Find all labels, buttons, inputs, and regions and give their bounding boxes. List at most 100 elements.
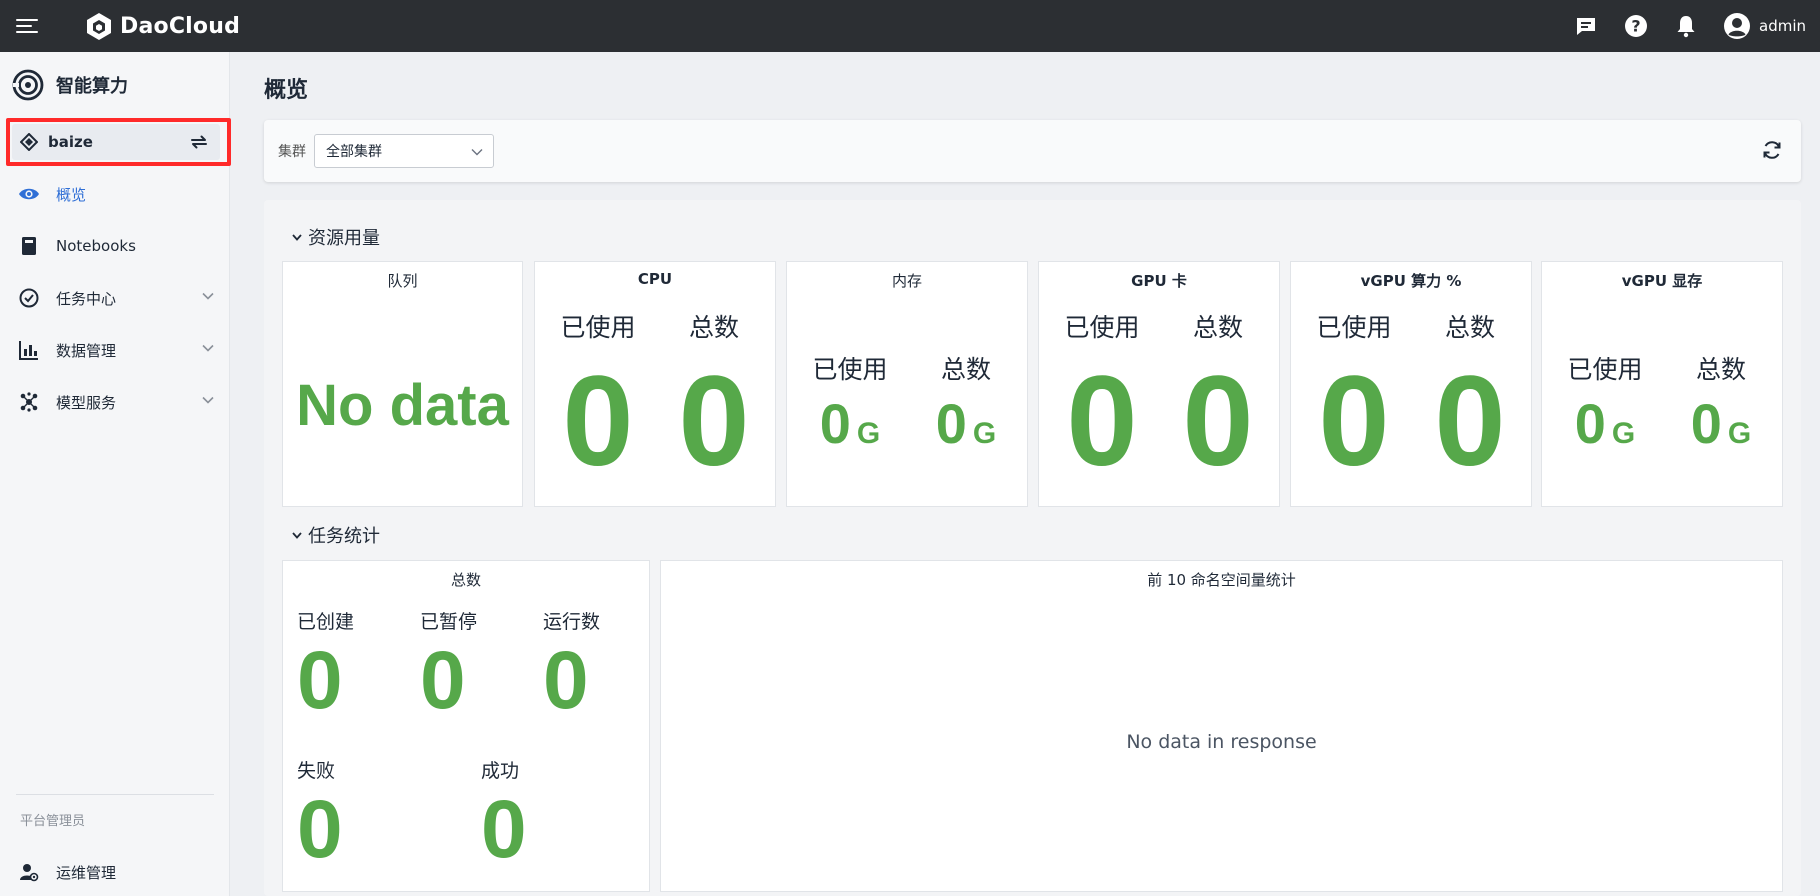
succeeded-label: 成功: [481, 760, 520, 782]
dashboard-panel: 资源用量 队列 No data CPU 已使用 0 总数 0 内存 已使用 0G…: [264, 200, 1801, 896]
filter-bar: 集群 全部集群: [264, 120, 1801, 182]
top-namespaces-card: 前 10 命名空间量统计 No data in response: [660, 560, 1783, 892]
data-icon: [18, 339, 40, 361]
section-tasks-toggle[interactable]: 任务统计: [292, 522, 380, 548]
message-icon[interactable]: [1573, 13, 1599, 39]
top-namespaces-title: 前 10 命名空间量统计: [1147, 571, 1296, 589]
eye-icon: [18, 183, 40, 205]
menu-icon[interactable]: [16, 16, 42, 36]
sidebar-item-label: 数据管理: [56, 341, 117, 360]
workspace-name: baize: [48, 133, 93, 151]
logo[interactable]: DaoCloud: [84, 11, 240, 41]
vgpu-compute-used-label: 已使用: [1316, 313, 1392, 342]
sidebar-item-label: 任务中心: [56, 289, 117, 308]
sidebar-item-task-center[interactable]: 任务中心: [0, 272, 230, 324]
cluster-select[interactable]: 全部集群: [314, 134, 494, 168]
running-label: 运行数: [543, 611, 601, 633]
paused-value: 0: [420, 635, 466, 726]
gpu-used-label: 已使用: [1064, 313, 1140, 342]
section-resources-toggle[interactable]: 资源用量: [292, 224, 380, 250]
sidebar-item-model-service[interactable]: 模型服务: [0, 376, 230, 428]
top-bar: DaoCloud ? admin: [0, 0, 1820, 52]
user-name: admin: [1759, 17, 1806, 35]
gpu-total-label: 总数: [1192, 313, 1243, 342]
queue-card: 队列 No data: [282, 261, 523, 507]
product-logo-icon: [12, 69, 44, 101]
created-value: 0: [297, 635, 343, 726]
ops-icon: [18, 861, 40, 883]
brand-name: DaoCloud: [120, 13, 241, 39]
memory-used-unit: G: [856, 417, 881, 450]
chevron-down-icon: [292, 233, 302, 241]
queue-value: No data: [296, 373, 509, 438]
workspace-selector[interactable]: baize: [12, 124, 220, 160]
sidebar-item-label: 概览: [56, 185, 87, 204]
sidebar: 智能算力 baize 概览 Notebooks 任务中心 数据管理 模型服务 平…: [0, 52, 231, 896]
product-name: 智能算力: [56, 76, 128, 97]
memory-total-label: 总数: [940, 355, 991, 384]
cpu-total-label: 总数: [688, 313, 739, 342]
queue-card-title: 队列: [387, 272, 418, 290]
chevron-down-icon: [292, 531, 302, 539]
section-resources-title: 资源用量: [308, 228, 380, 249]
sidebar-nav: 概览 Notebooks 任务中心 数据管理 模型服务: [0, 168, 230, 428]
cpu-card-title: CPU: [637, 270, 673, 288]
chevron-down-icon: [202, 396, 214, 404]
sidebar-divider: [16, 794, 214, 795]
product-header: 智能算力: [0, 52, 229, 118]
user-avatar-icon: [1724, 13, 1750, 39]
vgpu-compute-total-label: 总数: [1444, 313, 1495, 342]
chevron-down-icon: [202, 344, 214, 352]
workspace-icon: [20, 133, 38, 151]
memory-used-label: 已使用: [812, 355, 888, 384]
cpu-card: CPU 已使用 0 总数 0: [534, 261, 776, 507]
sidebar-item-label: Notebooks: [56, 237, 136, 255]
gpu-used-value: 0: [1066, 350, 1138, 493]
memory-used-value: 0: [819, 392, 851, 455]
gpu-card: GPU 卡 已使用 0 总数 0: [1038, 261, 1280, 507]
sidebar-item-overview[interactable]: 概览: [0, 168, 230, 220]
failed-value: 0: [297, 784, 343, 875]
vgpu-compute-total-value: 0: [1434, 350, 1506, 493]
vgpu-compute-card: vGPU 算力 % 已使用 0 总数 0: [1290, 261, 1532, 507]
vgpu-memory-card-title: vGPU 显存: [1621, 272, 1703, 290]
help-icon[interactable]: ?: [1623, 13, 1649, 39]
memory-total-unit: G: [972, 417, 997, 450]
memory-card-title: 内存: [891, 272, 922, 290]
refresh-icon[interactable]: [1761, 139, 1783, 161]
vgpu-compute-used-value: 0: [1318, 350, 1390, 493]
created-label: 已创建: [297, 611, 355, 633]
succeeded-value: 0: [481, 784, 527, 875]
sidebar-item-notebooks[interactable]: Notebooks: [0, 220, 230, 272]
sidebar-item-data-management[interactable]: 数据管理: [0, 324, 230, 376]
memory-total-value: 0: [935, 392, 967, 455]
notebook-icon: [18, 235, 40, 257]
sidebar-section-title: 平台管理员: [20, 814, 86, 829]
failed-label: 失败: [297, 760, 336, 782]
chevron-down-icon: [202, 292, 214, 300]
chevron-down-icon: [471, 149, 483, 156]
daocloud-logo-icon: [87, 13, 111, 40]
cpu-total-value: 0: [678, 350, 750, 493]
user-menu[interactable]: admin: [1723, 12, 1806, 40]
vgpu-memory-total-label: 总数: [1695, 355, 1746, 384]
gpu-card-title: GPU 卡: [1131, 272, 1187, 290]
sidebar-item-ops-management[interactable]: 运维管理: [0, 846, 230, 896]
vgpu-memory-total-value: 0: [1690, 392, 1722, 455]
vgpu-compute-card-title: vGPU 算力 %: [1360, 272, 1462, 290]
vgpu-memory-card: vGPU 显存 已使用 0G 总数 0G: [1541, 261, 1783, 507]
sidebar-item-label: 运维管理: [56, 863, 117, 882]
vgpu-memory-total-unit: G: [1727, 417, 1752, 450]
switch-icon[interactable]: [190, 134, 208, 150]
sidebar-item-label: 模型服务: [56, 393, 117, 412]
cpu-used-label: 已使用: [560, 313, 636, 342]
task-icon: [18, 287, 40, 309]
memory-card: 内存 已使用 0G 总数 0G: [786, 261, 1028, 507]
cluster-filter-label: 集群: [278, 144, 306, 160]
bell-icon[interactable]: [1673, 13, 1699, 39]
section-tasks-title: 任务统计: [308, 526, 380, 547]
vgpu-memory-used-unit: G: [1611, 417, 1636, 450]
page-title: 概览: [264, 78, 309, 103]
task-totals-title: 总数: [450, 571, 481, 589]
vgpu-memory-used-label: 已使用: [1567, 355, 1643, 384]
